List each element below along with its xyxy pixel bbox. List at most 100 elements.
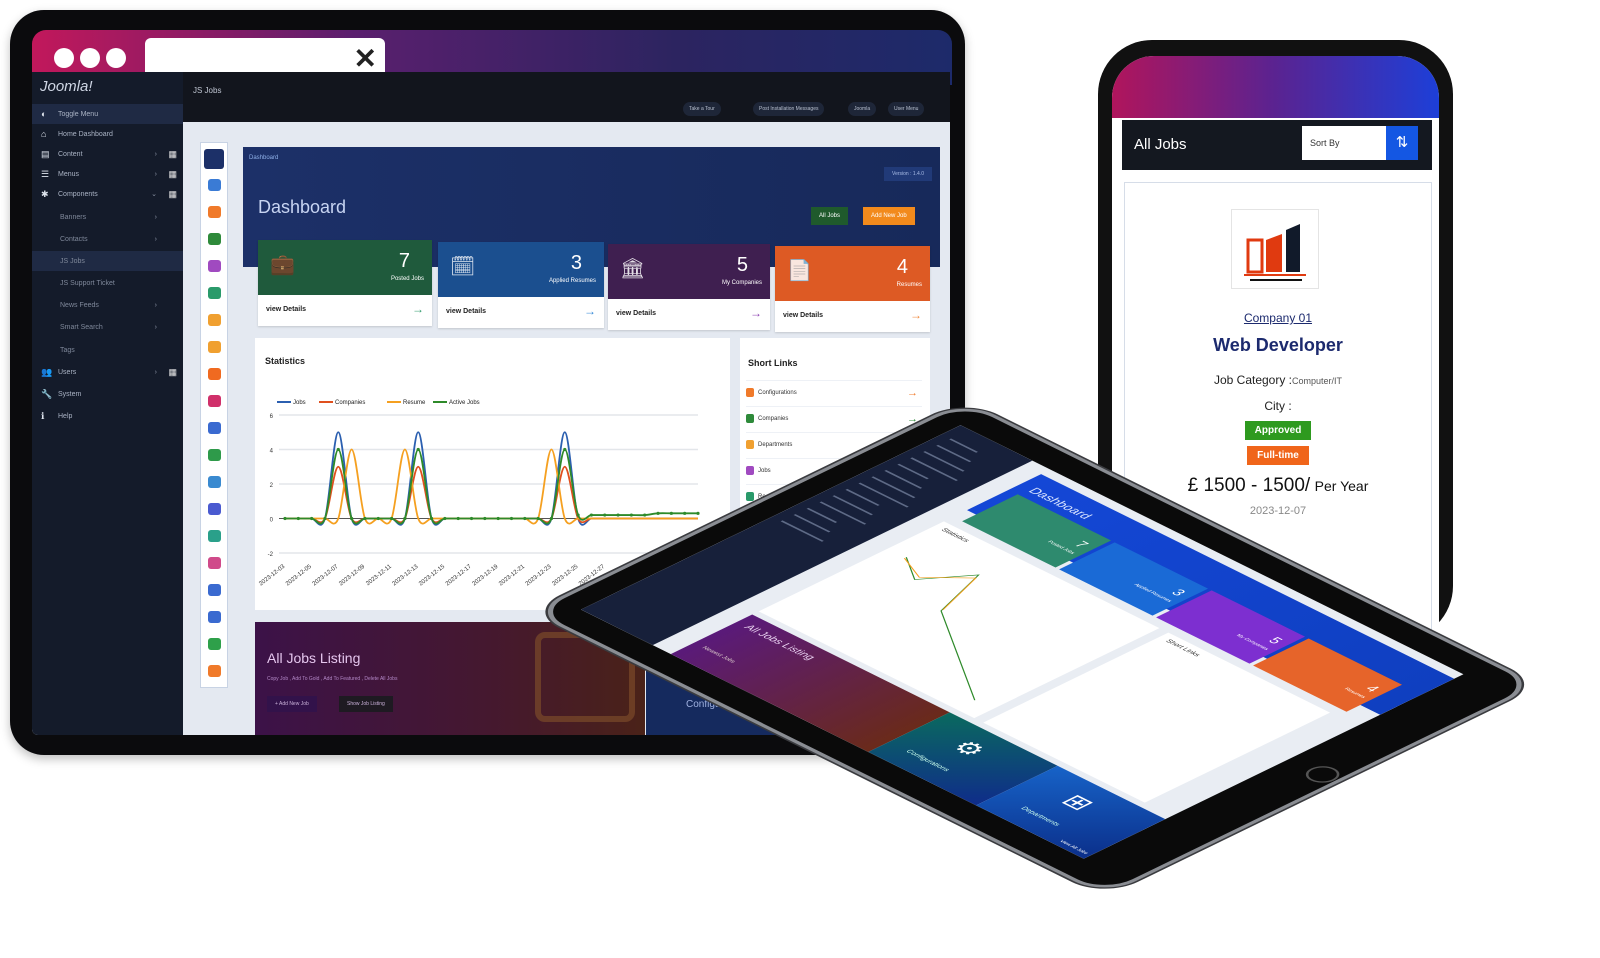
sidebar-item-contacts[interactable]: Contacts › xyxy=(32,229,183,249)
tile-header: 🗓 3 Applied Resumes xyxy=(438,242,604,297)
window-dot[interactable] xyxy=(80,48,100,68)
window-dot[interactable] xyxy=(106,48,126,68)
legend-label[interactable]: Active Jobs xyxy=(449,400,480,406)
tablet-sidebar-item[interactable] xyxy=(949,438,978,453)
arrow-right-icon[interactable]: → xyxy=(750,306,762,320)
sidebar-item-menus[interactable]: ☰ Menus › ▦ xyxy=(32,164,183,184)
grid-icon[interactable]: ▦ xyxy=(168,149,177,160)
header-title: All Jobs xyxy=(1134,136,1187,153)
tile-icon: 💼 xyxy=(270,254,295,276)
stat-tile-my-companies[interactable]: 🏛 5 My Companies view Details → xyxy=(608,244,770,330)
data-point xyxy=(603,513,607,517)
legend-label[interactable]: Companies xyxy=(335,400,365,406)
menu-toggle-icon[interactable] xyxy=(204,149,224,169)
quick-link-icon[interactable] xyxy=(208,503,221,515)
quick-link-icon[interactable] xyxy=(208,368,221,380)
chevron-right-icon: › xyxy=(154,368,157,376)
data-point xyxy=(323,516,327,521)
quick-link-icon[interactable] xyxy=(208,584,221,596)
arrow-right-icon[interactable]: → xyxy=(584,304,596,318)
sidebar-item-help[interactable]: ℹ Help xyxy=(32,406,183,426)
sidebar-item-home-dashboard[interactable]: ⌂ Home Dashboard xyxy=(32,124,183,144)
company-link[interactable]: Company 01 xyxy=(1125,311,1431,325)
sidebar-item-banners[interactable]: Banners › xyxy=(32,207,183,227)
tablet-sidebar-item[interactable] xyxy=(910,457,958,482)
sidebar-item-label: Users xyxy=(58,368,77,376)
quick-link-icon[interactable] xyxy=(208,341,221,353)
quick-link-icon[interactable] xyxy=(208,530,221,542)
add-new-job-button[interactable]: Add New Job xyxy=(863,207,915,225)
sidebar-item-toggle-menu[interactable]: ◐ Toggle Menu xyxy=(32,104,183,124)
grid-icon[interactable]: ▦ xyxy=(168,367,177,378)
quick-link-icon[interactable] xyxy=(208,179,221,191)
data-point xyxy=(669,511,673,515)
quick-link-icon[interactable] xyxy=(208,260,221,272)
stat-tile-resumes[interactable]: 📄 4 Resumes view Details → xyxy=(775,246,930,332)
tablet-sidebar-item[interactable] xyxy=(780,520,824,542)
quick-link-icon[interactable] xyxy=(208,638,221,650)
short-link-item[interactable]: Configurations → xyxy=(746,380,922,404)
quick-link-icon[interactable] xyxy=(208,233,221,245)
sort-by-select[interactable]: Sort By xyxy=(1302,126,1386,160)
short-link-item[interactable]: Companies → xyxy=(746,406,922,430)
quick-link-icon[interactable] xyxy=(208,665,221,677)
quick-link-icon[interactable] xyxy=(208,476,221,488)
quick-link-icon[interactable] xyxy=(208,395,221,407)
short-link-label: Departments xyxy=(758,441,793,448)
sidebar-item-news-feeds[interactable]: News Feeds › xyxy=(32,295,183,315)
window-dot[interactable] xyxy=(54,48,74,68)
take-tour-button[interactable]: Take a Tour xyxy=(683,102,721,116)
quick-link-icon[interactable] xyxy=(208,557,221,569)
joomla-link[interactable]: Joomla xyxy=(848,102,877,116)
sidebar-item-smart-search[interactable]: Smart Search › xyxy=(32,317,183,337)
sidebar-item-users[interactable]: 👥 Users › ▦ xyxy=(32,362,183,382)
sidebar-item-content[interactable]: ▤ Content › ▦ xyxy=(32,144,183,164)
quick-link-icon[interactable] xyxy=(208,449,221,461)
quick-link-icon[interactable] xyxy=(208,611,221,623)
breadcrumb[interactable]: Dashboard xyxy=(249,155,278,161)
arrow-right-icon[interactable]: → xyxy=(412,302,424,316)
tablet-sidebar-item[interactable] xyxy=(871,476,916,499)
arrow-right-icon[interactable]: → xyxy=(910,308,922,322)
tablet-home-button[interactable] xyxy=(1298,762,1347,787)
tablet-sidebar-item[interactable] xyxy=(819,501,867,525)
sidebar-item-system[interactable]: 🔧 System xyxy=(32,384,183,404)
quick-link-icon[interactable] xyxy=(208,314,221,326)
arrow-right-icon[interactable]: → xyxy=(907,387,918,399)
stat-tile-posted-jobs[interactable]: 💼 7 Posted Jobs view Details → xyxy=(258,240,432,326)
close-icon[interactable]: ✕ xyxy=(354,42,377,75)
view-details-link[interactable]: view Details xyxy=(266,306,306,313)
stat-tile-applied-resumes[interactable]: 🗓 3 Applied Resumes view Details → xyxy=(438,242,604,328)
sidebar-item-label: Home Dashboard xyxy=(58,130,113,138)
tablet-configurations-label: Configurations xyxy=(903,749,951,773)
post-install-messages-button[interactable]: Post Installation Messages xyxy=(753,102,825,116)
sort-ascending-icon[interactable]: ⇅ xyxy=(1386,126,1418,160)
data-point xyxy=(469,516,474,521)
view-details-link[interactable]: view Details xyxy=(616,310,656,317)
quick-link-icon[interactable] xyxy=(208,206,221,218)
sidebar-item-tags[interactable]: Tags xyxy=(32,340,183,360)
job-title[interactable]: Web Developer xyxy=(1125,335,1431,356)
site-title[interactable]: JS Jobs xyxy=(193,86,221,95)
quick-link-icon[interactable] xyxy=(208,422,221,434)
view-details-link[interactable]: view Details xyxy=(783,312,823,319)
legend-label[interactable]: Resume xyxy=(403,400,426,406)
tablet-sidebar-item[interactable] xyxy=(806,507,838,523)
view-details-link[interactable]: view Details xyxy=(446,308,486,315)
sidebar-item-components[interactable]: ✱ Components ⌄ ▦ xyxy=(32,184,183,204)
status-badge-wrap: Approved xyxy=(1125,420,1431,440)
quick-link-icon[interactable] xyxy=(208,287,221,299)
view-all-jobs-link[interactable]: View All Jobs xyxy=(1058,839,1090,855)
tablet-sidebar-item[interactable] xyxy=(858,482,909,508)
sidebar-icon: ℹ xyxy=(41,410,45,421)
data-point xyxy=(310,516,314,521)
grid-icon[interactable]: ▦ xyxy=(168,189,177,200)
grid-icon[interactable]: ▦ xyxy=(168,169,177,180)
sidebar-item-js-support-ticket[interactable]: JS Support Ticket xyxy=(32,273,183,293)
all-jobs-button[interactable]: All Jobs xyxy=(811,207,849,225)
legend-label[interactable]: Jobs xyxy=(293,400,306,406)
sidebar-item-js-jobs[interactable]: JS Jobs xyxy=(32,251,183,271)
add-new-job-link[interactable]: + Add New Job xyxy=(267,696,317,712)
user-menu-button[interactable]: User Menu xyxy=(888,102,925,116)
show-job-listing-button[interactable]: Show Job Listing xyxy=(339,696,393,712)
